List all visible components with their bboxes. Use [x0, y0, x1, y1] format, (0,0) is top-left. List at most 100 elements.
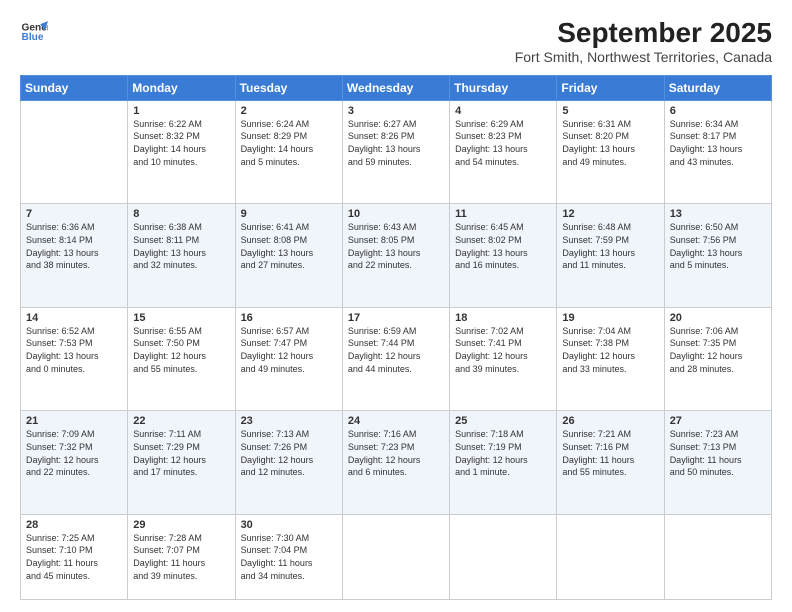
calendar-cell [557, 514, 664, 599]
calendar-cell: 6Sunrise: 6:34 AM Sunset: 8:17 PM Daylig… [664, 100, 771, 204]
day-number: 7 [26, 208, 122, 220]
day-info: Sunrise: 6:29 AM Sunset: 8:23 PM Dayligh… [455, 118, 551, 168]
calendar-week-3: 14Sunrise: 6:52 AM Sunset: 7:53 PM Dayli… [21, 307, 772, 411]
day-info: Sunrise: 6:41 AM Sunset: 8:08 PM Dayligh… [241, 221, 337, 271]
day-number: 23 [241, 415, 337, 427]
calendar-cell: 13Sunrise: 6:50 AM Sunset: 7:56 PM Dayli… [664, 204, 771, 308]
calendar-cell: 5Sunrise: 6:31 AM Sunset: 8:20 PM Daylig… [557, 100, 664, 204]
calendar-week-4: 21Sunrise: 7:09 AM Sunset: 7:32 PM Dayli… [21, 411, 772, 515]
day-number: 1 [133, 105, 229, 117]
calendar-cell: 28Sunrise: 7:25 AM Sunset: 7:10 PM Dayli… [21, 514, 128, 599]
calendar-week-2: 7Sunrise: 6:36 AM Sunset: 8:14 PM Daylig… [21, 204, 772, 308]
calendar-cell: 24Sunrise: 7:16 AM Sunset: 7:23 PM Dayli… [342, 411, 449, 515]
day-number: 12 [562, 208, 658, 220]
calendar-cell: 18Sunrise: 7:02 AM Sunset: 7:41 PM Dayli… [450, 307, 557, 411]
day-info: Sunrise: 7:18 AM Sunset: 7:19 PM Dayligh… [455, 428, 551, 478]
day-info: Sunrise: 7:28 AM Sunset: 7:07 PM Dayligh… [133, 532, 229, 582]
calendar-cell: 25Sunrise: 7:18 AM Sunset: 7:19 PM Dayli… [450, 411, 557, 515]
day-info: Sunrise: 7:09 AM Sunset: 7:32 PM Dayligh… [26, 428, 122, 478]
day-info: Sunrise: 7:13 AM Sunset: 7:26 PM Dayligh… [241, 428, 337, 478]
day-number: 16 [241, 312, 337, 324]
day-number: 18 [455, 312, 551, 324]
day-number: 14 [26, 312, 122, 324]
day-info: Sunrise: 6:24 AM Sunset: 8:29 PM Dayligh… [241, 118, 337, 168]
day-number: 25 [455, 415, 551, 427]
calendar-cell: 29Sunrise: 7:28 AM Sunset: 7:07 PM Dayli… [128, 514, 235, 599]
day-number: 6 [670, 105, 766, 117]
weekday-header-wednesday: Wednesday [342, 75, 449, 100]
calendar-cell: 14Sunrise: 6:52 AM Sunset: 7:53 PM Dayli… [21, 307, 128, 411]
calendar-cell: 1Sunrise: 6:22 AM Sunset: 8:32 PM Daylig… [128, 100, 235, 204]
day-info: Sunrise: 6:38 AM Sunset: 8:11 PM Dayligh… [133, 221, 229, 271]
calendar-cell: 16Sunrise: 6:57 AM Sunset: 7:47 PM Dayli… [235, 307, 342, 411]
day-info: Sunrise: 6:50 AM Sunset: 7:56 PM Dayligh… [670, 221, 766, 271]
day-number: 30 [241, 519, 337, 531]
day-info: Sunrise: 6:48 AM Sunset: 7:59 PM Dayligh… [562, 221, 658, 271]
day-info: Sunrise: 7:21 AM Sunset: 7:16 PM Dayligh… [562, 428, 658, 478]
day-number: 29 [133, 519, 229, 531]
day-number: 27 [670, 415, 766, 427]
day-info: Sunrise: 7:25 AM Sunset: 7:10 PM Dayligh… [26, 532, 122, 582]
day-info: Sunrise: 7:04 AM Sunset: 7:38 PM Dayligh… [562, 325, 658, 375]
day-info: Sunrise: 7:02 AM Sunset: 7:41 PM Dayligh… [455, 325, 551, 375]
day-number: 20 [670, 312, 766, 324]
day-number: 11 [455, 208, 551, 220]
calendar: SundayMondayTuesdayWednesdayThursdayFrid… [20, 75, 772, 600]
weekday-header-friday: Friday [557, 75, 664, 100]
day-number: 24 [348, 415, 444, 427]
svg-text:Blue: Blue [22, 32, 44, 43]
calendar-cell: 17Sunrise: 6:59 AM Sunset: 7:44 PM Dayli… [342, 307, 449, 411]
calendar-cell: 2Sunrise: 6:24 AM Sunset: 8:29 PM Daylig… [235, 100, 342, 204]
page-header: General Blue September 2025 Fort Smith, … [20, 18, 772, 65]
day-info: Sunrise: 6:31 AM Sunset: 8:20 PM Dayligh… [562, 118, 658, 168]
day-number: 4 [455, 105, 551, 117]
calendar-week-1: 1Sunrise: 6:22 AM Sunset: 8:32 PM Daylig… [21, 100, 772, 204]
calendar-cell: 3Sunrise: 6:27 AM Sunset: 8:26 PM Daylig… [342, 100, 449, 204]
calendar-table: SundayMondayTuesdayWednesdayThursdayFrid… [20, 75, 772, 600]
calendar-cell: 15Sunrise: 6:55 AM Sunset: 7:50 PM Dayli… [128, 307, 235, 411]
day-info: Sunrise: 7:16 AM Sunset: 7:23 PM Dayligh… [348, 428, 444, 478]
calendar-cell [664, 514, 771, 599]
weekday-header-sunday: Sunday [21, 75, 128, 100]
weekday-header-saturday: Saturday [664, 75, 771, 100]
logo-icon: General Blue [20, 18, 48, 46]
day-info: Sunrise: 6:36 AM Sunset: 8:14 PM Dayligh… [26, 221, 122, 271]
calendar-cell: 9Sunrise: 6:41 AM Sunset: 8:08 PM Daylig… [235, 204, 342, 308]
calendar-cell: 7Sunrise: 6:36 AM Sunset: 8:14 PM Daylig… [21, 204, 128, 308]
calendar-cell: 30Sunrise: 7:30 AM Sunset: 7:04 PM Dayli… [235, 514, 342, 599]
calendar-cell: 20Sunrise: 7:06 AM Sunset: 7:35 PM Dayli… [664, 307, 771, 411]
day-number: 13 [670, 208, 766, 220]
calendar-cell [21, 100, 128, 204]
calendar-week-5: 28Sunrise: 7:25 AM Sunset: 7:10 PM Dayli… [21, 514, 772, 599]
day-info: Sunrise: 7:30 AM Sunset: 7:04 PM Dayligh… [241, 532, 337, 582]
page-subtitle: Fort Smith, Northwest Territories, Canad… [515, 49, 772, 65]
day-number: 10 [348, 208, 444, 220]
day-number: 8 [133, 208, 229, 220]
logo: General Blue [20, 18, 48, 46]
weekday-header-thursday: Thursday [450, 75, 557, 100]
day-info: Sunrise: 6:22 AM Sunset: 8:32 PM Dayligh… [133, 118, 229, 168]
calendar-cell: 8Sunrise: 6:38 AM Sunset: 8:11 PM Daylig… [128, 204, 235, 308]
day-number: 9 [241, 208, 337, 220]
day-info: Sunrise: 6:55 AM Sunset: 7:50 PM Dayligh… [133, 325, 229, 375]
weekday-header-tuesday: Tuesday [235, 75, 342, 100]
day-number: 21 [26, 415, 122, 427]
calendar-cell: 4Sunrise: 6:29 AM Sunset: 8:23 PM Daylig… [450, 100, 557, 204]
calendar-cell: 22Sunrise: 7:11 AM Sunset: 7:29 PM Dayli… [128, 411, 235, 515]
weekday-header-monday: Monday [128, 75, 235, 100]
day-info: Sunrise: 7:11 AM Sunset: 7:29 PM Dayligh… [133, 428, 229, 478]
day-number: 19 [562, 312, 658, 324]
day-info: Sunrise: 7:06 AM Sunset: 7:35 PM Dayligh… [670, 325, 766, 375]
weekday-header-row: SundayMondayTuesdayWednesdayThursdayFrid… [21, 75, 772, 100]
calendar-cell: 12Sunrise: 6:48 AM Sunset: 7:59 PM Dayli… [557, 204, 664, 308]
calendar-cell [450, 514, 557, 599]
calendar-body: 1Sunrise: 6:22 AM Sunset: 8:32 PM Daylig… [21, 100, 772, 599]
day-info: Sunrise: 6:34 AM Sunset: 8:17 PM Dayligh… [670, 118, 766, 168]
calendar-cell: 21Sunrise: 7:09 AM Sunset: 7:32 PM Dayli… [21, 411, 128, 515]
day-number: 5 [562, 105, 658, 117]
day-info: Sunrise: 6:57 AM Sunset: 7:47 PM Dayligh… [241, 325, 337, 375]
day-info: Sunrise: 6:59 AM Sunset: 7:44 PM Dayligh… [348, 325, 444, 375]
day-info: Sunrise: 7:23 AM Sunset: 7:13 PM Dayligh… [670, 428, 766, 478]
title-block: September 2025 Fort Smith, Northwest Ter… [515, 18, 772, 65]
calendar-cell: 19Sunrise: 7:04 AM Sunset: 7:38 PM Dayli… [557, 307, 664, 411]
